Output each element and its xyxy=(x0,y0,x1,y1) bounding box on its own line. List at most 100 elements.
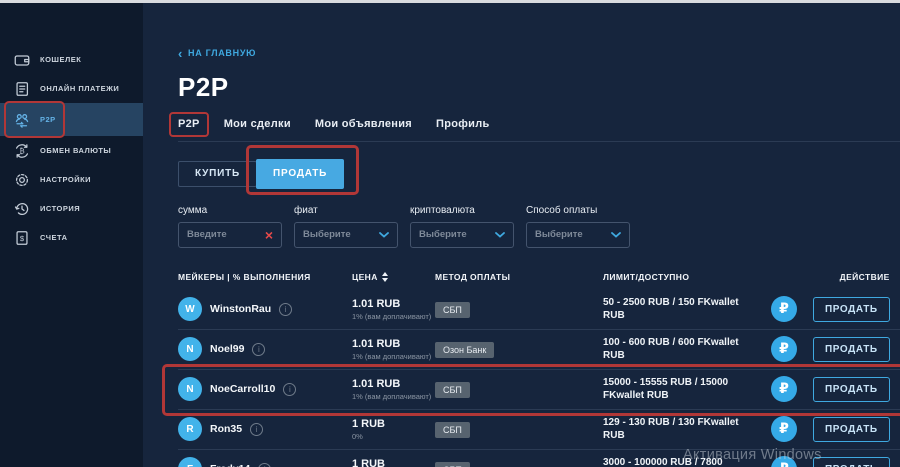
sidebar-item[interactable]: КОШЕЛЕК xyxy=(0,45,143,74)
filter: фиат Выберите × xyxy=(294,205,398,248)
maker-avatar: F xyxy=(178,457,202,467)
maker-avatar: R xyxy=(178,417,202,441)
main-content: ‹ НА ГЛАВНУЮ P2P P2P Мои сделки Мои объя… xyxy=(143,3,900,467)
offer-price: 1 RUB xyxy=(352,418,435,430)
payment-method-badge: СБП xyxy=(435,462,470,467)
offer-row: R Ron35 i 1 RUB 0% СБП 129 - 130 RUB / 1… xyxy=(178,410,900,450)
online-payments-icon xyxy=(13,80,31,98)
maker-name: NoeCarroll10 xyxy=(210,383,275,395)
sidebar-item[interactable]: ₿ ОБМЕН ВАЛЮТЫ xyxy=(0,136,143,165)
buy-sell-toggle: КУПИТЬ ПРОДАТЬ xyxy=(178,159,900,189)
sidebar-item-label: НАСТРОЙКИ xyxy=(40,175,91,184)
maker-name: Fredy14 xyxy=(210,463,250,467)
ruble-currency-icon: ₽ xyxy=(771,376,797,402)
filter-control[interactable]: Введите × xyxy=(178,222,282,248)
offer-price: 1.01 RUB xyxy=(352,378,435,390)
price-sort-icon[interactable] xyxy=(382,272,388,282)
filter: сумма Введите × xyxy=(178,205,282,248)
info-icon[interactable]: i xyxy=(250,423,263,436)
sidebar-item[interactable]: ОНЛАЙН ПЛАТЕЖИ xyxy=(0,74,143,103)
ruble-currency-icon: ₽ xyxy=(771,296,797,322)
offer-row: W WinstonRau i 1.01 RUB 1% (вам доплачив… xyxy=(178,290,900,330)
row-sell-button[interactable]: ПРОДАТЬ xyxy=(813,417,890,442)
filter-select-value: Выберите xyxy=(419,229,491,240)
filter: Способ оплаты Выберите × xyxy=(526,205,630,248)
sidebar-item-label: СЧЕТА xyxy=(40,233,68,242)
info-icon[interactable]: i xyxy=(283,383,296,396)
back-to-home-link[interactable]: ‹ НА ГЛАВНУЮ xyxy=(178,48,256,58)
tab[interactable]: P2P xyxy=(178,118,200,130)
sidebar-item[interactable]: $ СЧЕТА xyxy=(0,223,143,252)
currency-exchange-icon: ₿ xyxy=(13,142,31,160)
row-sell-button[interactable]: ПРОДАТЬ xyxy=(813,297,890,322)
row-sell-button[interactable]: ПРОДАТЬ xyxy=(813,457,890,467)
row-sell-button[interactable]: ПРОДАТЬ xyxy=(813,337,890,362)
maker-avatar: N xyxy=(178,377,202,401)
info-icon[interactable]: i xyxy=(258,463,271,467)
back-link-label: НА ГЛАВНУЮ xyxy=(188,48,256,58)
table-header-row: МЕЙКЕРЫ | % ВЫПОЛНЕНИЯ ЦЕНА МЕТОД ОПЛАТЫ… xyxy=(178,268,900,290)
filter-control[interactable]: Выберите × xyxy=(526,222,630,248)
sidebar-item-label: ИСТОРИЯ xyxy=(40,204,80,213)
page-title: P2P xyxy=(178,72,900,103)
filter-label: сумма xyxy=(178,205,282,216)
filters-bar: сумма Введите × фиат Выберите × криптова… xyxy=(178,205,900,248)
maker-avatar: W xyxy=(178,297,202,321)
buy-button[interactable]: КУПИТЬ xyxy=(178,161,257,187)
offer-price: 1 RUB xyxy=(352,458,435,467)
clear-icon[interactable]: × xyxy=(265,228,273,242)
info-icon[interactable]: i xyxy=(252,343,265,356)
offer-price-note: 1% (вам доплачивают) xyxy=(352,312,435,321)
sidebar: КОШЕЛЕК ОНЛАЙН ПЛАТЕЖИ P2P ₿ ОБМЕН ВАЛЮТ… xyxy=(0,3,143,467)
svg-text:$: $ xyxy=(20,233,25,242)
offer-price-note: 0% xyxy=(352,432,435,441)
app-window: КОШЕЛЕК ОНЛАЙН ПЛАТЕЖИ P2P ₿ ОБМЕН ВАЛЮТ… xyxy=(0,3,900,467)
chevron-down-icon[interactable] xyxy=(611,232,621,238)
sidebar-item[interactable]: НАСТРОЙКИ xyxy=(0,165,143,194)
offer-limit: 100 - 600 RUB / 600 FKwallet RUB xyxy=(603,336,771,363)
ruble-currency-icon: ₽ xyxy=(771,416,797,442)
offer-row: N NoeCarroll10 i 1.01 RUB 1% (вам доплач… xyxy=(178,370,900,410)
sidebar-item[interactable]: ИСТОРИЯ xyxy=(0,194,143,223)
maker-name: WinstonRau xyxy=(210,303,271,315)
chevron-down-icon[interactable] xyxy=(379,232,389,238)
tab[interactable]: Профиль xyxy=(436,118,490,130)
tab[interactable]: Мои сделки xyxy=(224,118,291,130)
offers-table: МЕЙКЕРЫ | % ВЫПОЛНЕНИЯ ЦЕНА МЕТОД ОПЛАТЫ… xyxy=(178,268,900,467)
sidebar-item-label: КОШЕЛЕК xyxy=(40,55,81,64)
filter-text-input[interactable] xyxy=(187,229,261,240)
filter-select-value: Выберите xyxy=(303,229,375,240)
filter-select-value: Выберите xyxy=(535,229,607,240)
filter-control[interactable]: Выберите × xyxy=(410,222,514,248)
sidebar-item-label: P2P xyxy=(40,115,56,124)
offer-limit: 15000 - 15555 RUB / 15000 FKwallet RUB xyxy=(603,376,771,403)
offer-limit: 129 - 130 RUB / 130 FKwallet RUB xyxy=(603,416,771,443)
info-icon[interactable]: i xyxy=(279,303,292,316)
sidebar-item-label: ОНЛАЙН ПЛАТЕЖИ xyxy=(40,84,119,93)
tabs-bar: P2P Мои сделки Мои объявления Профиль xyxy=(178,118,900,142)
offer-price-note: 1% (вам доплачивают) xyxy=(352,352,435,361)
filter-label: фиат xyxy=(294,205,398,216)
filter-label: Способ оплаты xyxy=(526,205,630,216)
offer-price-note: 1% (вам доплачивают) xyxy=(352,392,435,401)
row-sell-button[interactable]: ПРОДАТЬ xyxy=(813,377,890,402)
filter-label: криптовалюта xyxy=(410,205,514,216)
wallet-icon xyxy=(13,51,31,69)
offer-price: 1.01 RUB xyxy=(352,298,435,310)
tab[interactable]: Мои объявления xyxy=(315,118,412,130)
sidebar-item-label: ОБМЕН ВАЛЮТЫ xyxy=(40,146,111,155)
back-chevron-icon: ‹ xyxy=(178,49,183,58)
header-limit: ЛИМИТ/ДОСТУПНО xyxy=(603,272,771,282)
sidebar-item[interactable]: P2P xyxy=(0,103,143,136)
header-makers: МЕЙКЕРЫ | % ВЫПОЛНЕНИЯ xyxy=(178,272,352,282)
p2p-icon xyxy=(13,111,31,129)
chevron-down-icon[interactable] xyxy=(495,232,505,238)
filter-control[interactable]: Выберите × xyxy=(294,222,398,248)
svg-text:₿: ₿ xyxy=(19,146,24,155)
sell-button[interactable]: ПРОДАТЬ xyxy=(256,159,344,189)
offer-limit: 50 - 2500 RUB / 150 FKwallet RUB xyxy=(603,296,771,323)
payment-method-badge: СБП xyxy=(435,422,470,438)
payment-method-badge: СБП xyxy=(435,382,470,398)
header-method: МЕТОД ОПЛАТЫ xyxy=(435,272,603,282)
table-body: W WinstonRau i 1.01 RUB 1% (вам доплачив… xyxy=(178,290,900,467)
